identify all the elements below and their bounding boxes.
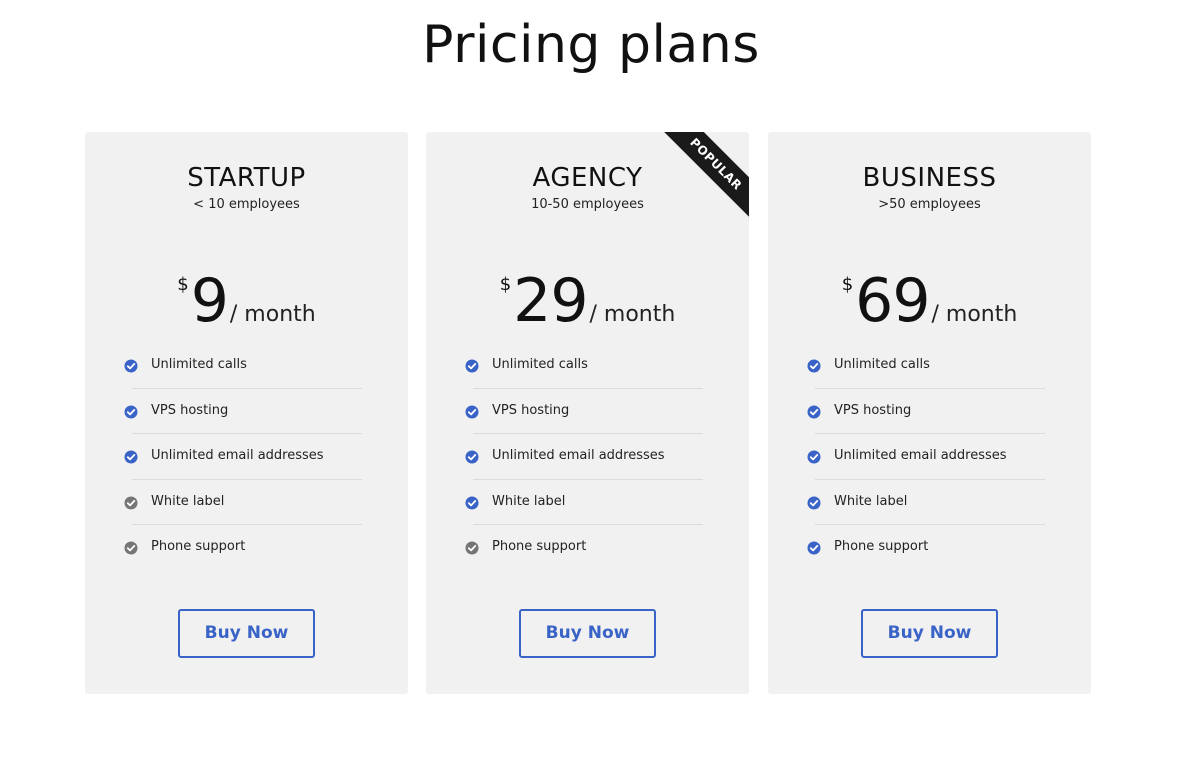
plan-employees: 10-50 employees (531, 197, 644, 212)
price-currency: $ (841, 274, 854, 295)
feature-label: Phone support (834, 539, 929, 554)
plan-employees: >50 employees (878, 197, 981, 212)
feature-item: White label (805, 480, 1045, 526)
check-circle-icon (124, 449, 138, 464)
price-amount: 29 (513, 266, 588, 336)
plan-employees: < 10 employees (193, 197, 300, 212)
check-circle-icon (465, 404, 479, 418)
feature-label: Unlimited email addresses (492, 448, 665, 463)
feature-label: Unlimited email addresses (834, 448, 1007, 463)
plan-name: STARTUP (187, 163, 306, 193)
feature-list: Unlimited calls VPS hosting Unlimited em… (805, 343, 1045, 571)
feature-label: White label (834, 493, 908, 509)
check-circle-icon (465, 449, 479, 464)
feature-item: Phone support (805, 525, 1045, 571)
feature-list: Unlimited calls VPS hosting Unlimited em… (122, 343, 362, 571)
check-circle-icon (124, 495, 138, 509)
plan-card-agency: POPULAR AGENCY 10-50 employees $29/ mont… (426, 132, 749, 694)
feature-item: Unlimited calls (463, 343, 703, 389)
feature-label: Phone support (492, 539, 587, 554)
plan-price: $9/ month (85, 266, 408, 351)
feature-label: Unlimited calls (492, 357, 588, 372)
check-circle-icon (807, 358, 821, 373)
price-period: / month (229, 302, 316, 327)
feature-label: VPS hosting (492, 402, 570, 418)
feature-label: White label (492, 493, 566, 509)
buy-now-button[interactable]: Buy Now (519, 609, 656, 658)
feature-list: Unlimited calls VPS hosting Unlimited em… (463, 343, 703, 571)
pricing-plans: STARTUP < 10 employees $9/ month Unlimit… (85, 132, 1093, 694)
plan-card-startup: STARTUP < 10 employees $9/ month Unlimit… (85, 132, 408, 694)
check-circle-icon (124, 404, 138, 418)
feature-item: Phone support (122, 525, 362, 571)
buy-now-button[interactable]: Buy Now (178, 609, 315, 658)
plan-price: $29/ month (426, 266, 749, 351)
check-circle-icon (124, 358, 138, 373)
feature-item: Unlimited calls (122, 343, 362, 389)
feature-item: Unlimited calls (805, 343, 1045, 389)
check-circle-icon (807, 495, 821, 509)
price-period: / month (931, 302, 1018, 327)
feature-label: Unlimited calls (151, 357, 247, 372)
feature-label: Unlimited email addresses (151, 448, 324, 463)
plan-price: $69/ month (768, 266, 1091, 351)
feature-item: Unlimited email addresses (805, 434, 1045, 480)
feature-item: Unlimited email addresses (463, 434, 703, 480)
check-circle-icon (465, 358, 479, 373)
price-currency: $ (177, 274, 189, 295)
plan-name: AGENCY (532, 163, 643, 193)
feature-item: White label (122, 480, 362, 526)
page-title: Pricing plans (422, 15, 760, 75)
feature-item: VPS hosting (805, 389, 1045, 435)
feature-label: Phone support (151, 539, 246, 554)
price-period: / month (589, 302, 676, 327)
price-amount: 9 (190, 266, 229, 336)
check-circle-icon (465, 540, 479, 555)
check-circle-icon (807, 449, 821, 464)
feature-label: VPS hosting (834, 402, 912, 418)
check-circle-icon (124, 540, 138, 555)
feature-item: VPS hosting (122, 389, 362, 435)
price-currency: $ (499, 274, 512, 295)
plan-name: BUSINESS (862, 163, 997, 193)
check-circle-icon (807, 540, 821, 555)
check-circle-icon (807, 404, 821, 418)
feature-label: VPS hosting (151, 402, 229, 418)
price-amount: 69 (855, 266, 930, 336)
feature-label: Unlimited calls (834, 357, 930, 372)
feature-item: Phone support (463, 525, 703, 571)
buy-now-button[interactable]: Buy Now (861, 609, 998, 658)
feature-item: Unlimited email addresses (122, 434, 362, 480)
plan-card-business: BUSINESS >50 employees $69/ month Unlimi… (768, 132, 1091, 694)
feature-item: VPS hosting (463, 389, 703, 435)
check-circle-icon (465, 495, 479, 509)
feature-item: White label (463, 480, 703, 526)
feature-label: White label (151, 493, 225, 509)
